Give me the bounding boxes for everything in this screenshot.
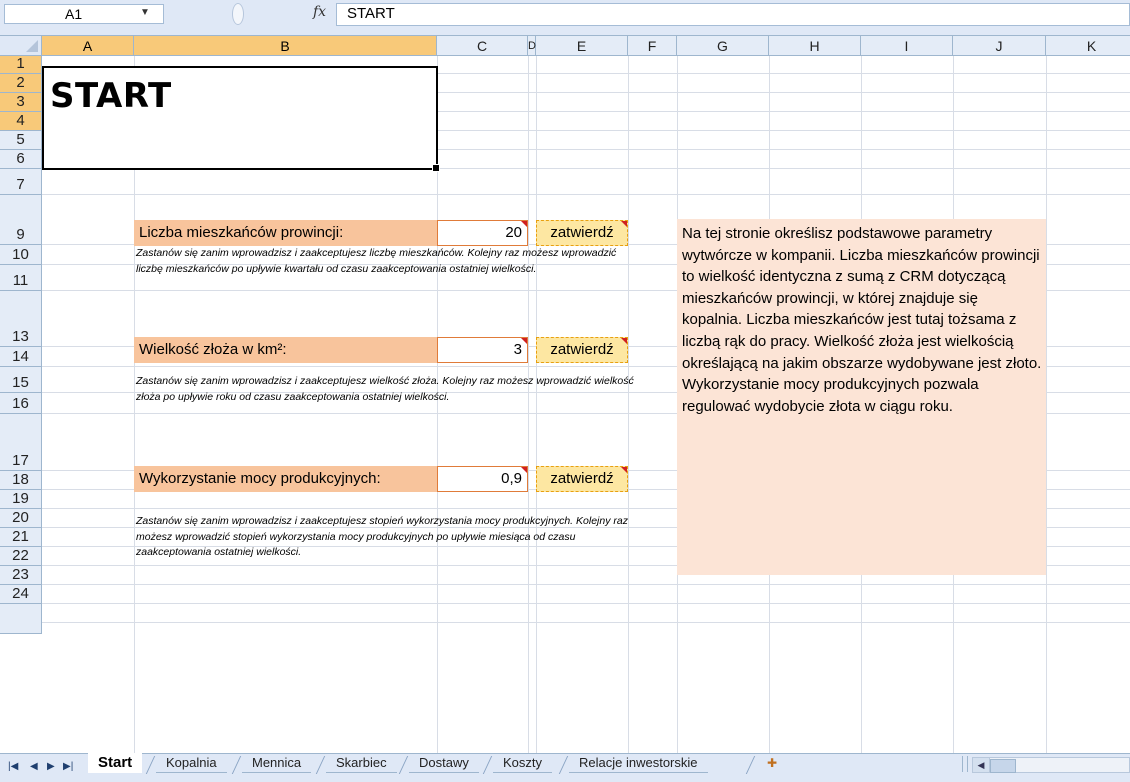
col-header-i[interactable]: I: [861, 36, 953, 56]
tab-split-handle[interactable]: [962, 756, 968, 772]
select-all-corner[interactable]: [0, 36, 42, 56]
col-header-k[interactable]: K: [1046, 36, 1130, 56]
col-header-j[interactable]: J: [953, 36, 1046, 56]
first-sheet-icon[interactable]: |◀: [8, 761, 18, 772]
spreadsheet-grid[interactable]: A B C D E F G H I J K 1 2 3 4 5 6 7 9 10…: [0, 36, 1130, 753]
col-header-e[interactable]: E: [536, 36, 628, 56]
prev-sheet-icon[interactable]: ◀: [30, 761, 38, 772]
formula-text: START: [347, 5, 395, 22]
next-sheet-icon[interactable]: ▶: [47, 761, 55, 772]
col-header-h[interactable]: H: [769, 36, 861, 56]
row-header-22[interactable]: 22: [0, 547, 42, 566]
row-header-5[interactable]: 5: [0, 131, 42, 150]
field-label-population: Liczba mieszkańców prowincji:: [134, 220, 437, 246]
tab-skarbiec[interactable]: Skarbiec: [326, 753, 397, 773]
col-header-f[interactable]: F: [628, 36, 677, 56]
name-box[interactable]: A1 ▼: [4, 4, 164, 24]
row-header-2[interactable]: 2: [0, 74, 42, 93]
row-header-24[interactable]: 24: [0, 585, 42, 604]
tab-mennica[interactable]: Mennica: [242, 753, 312, 773]
start-title-cell[interactable]: START: [42, 66, 440, 172]
sheet-tabs-bar: |◀ ◀ ▶ ▶| Start Kopalnia Mennica Skarbie…: [0, 753, 1130, 782]
row-header-10[interactable]: 10: [0, 245, 42, 265]
name-box-value: A1: [65, 6, 83, 22]
capacity-usage-note: Zastanów się zanim wprowadzisz i zaakcep…: [136, 515, 628, 558]
formula-cancel-icon[interactable]: [232, 3, 244, 25]
row-header-4[interactable]: 4: [0, 112, 42, 131]
page-title: START: [50, 76, 172, 116]
col-header-b[interactable]: B: [134, 36, 437, 56]
row-header-14[interactable]: 14: [0, 347, 42, 367]
function-icon[interactable]: fx: [313, 4, 326, 20]
tab-start[interactable]: Start: [88, 753, 143, 773]
scroll-thumb[interactable]: [990, 759, 1016, 773]
scroll-left-icon[interactable]: ◀: [973, 758, 990, 772]
row-header-7[interactable]: 7: [0, 169, 42, 195]
confirm-population-button[interactable]: zatwierdź: [536, 220, 628, 246]
row-header-18[interactable]: 18: [0, 471, 42, 490]
col-header-a[interactable]: A: [42, 36, 134, 56]
col-header-g[interactable]: G: [677, 36, 769, 56]
info-description: Na tej stronie określisz podstawowe para…: [677, 219, 1046, 575]
row-header-23[interactable]: 23: [0, 566, 42, 585]
field-label-capacity-usage: Wykorzystanie mocy produkcyjnych:: [134, 466, 437, 492]
deposit-size-note: Zastanów się zanim wprowadzisz i zaakcep…: [136, 375, 634, 403]
tab-koszty[interactable]: Koszty: [493, 753, 553, 773]
row-header-9[interactable]: 9: [0, 195, 42, 245]
formula-bar: A1 ▼ fx START: [0, 0, 1130, 36]
row-header-3[interactable]: 3: [0, 93, 42, 112]
row-header-6[interactable]: 6: [0, 150, 42, 169]
chevron-down-icon[interactable]: ▼: [140, 7, 150, 18]
insert-sheet-icon[interactable]: ✚: [760, 756, 784, 772]
row-header-16[interactable]: 16: [0, 393, 42, 414]
horizontal-scrollbar[interactable]: ◀: [972, 757, 1130, 773]
tab-kopalnia[interactable]: Kopalnia: [156, 753, 227, 773]
tab-relacje-inwestorskie[interactable]: Relacje inwestorskie: [569, 753, 708, 773]
population-input[interactable]: 20: [437, 220, 528, 246]
formula-input[interactable]: START: [336, 3, 1130, 26]
tab-dostawy[interactable]: Dostawy: [409, 753, 479, 773]
row-header-11[interactable]: 11: [0, 265, 42, 291]
confirm-capacity-usage-button[interactable]: zatwierdź: [536, 466, 628, 492]
field-label-deposit-size: Wielkość złoża w km²:: [134, 337, 437, 363]
row-header-partial[interactable]: [0, 604, 42, 634]
row-header-20[interactable]: 20: [0, 509, 42, 528]
fill-handle[interactable]: [432, 164, 440, 172]
row-header-15[interactable]: 15: [0, 367, 42, 393]
col-header-d[interactable]: D: [528, 36, 536, 56]
population-note: Zastanów się zanim wprowadzisz i zaakcep…: [136, 247, 617, 275]
row-header-13[interactable]: 13: [0, 291, 42, 347]
last-sheet-icon[interactable]: ▶|: [63, 761, 73, 772]
row-header-1[interactable]: 1: [0, 55, 42, 74]
confirm-deposit-size-button[interactable]: zatwierdź: [536, 337, 628, 363]
deposit-size-input[interactable]: 3: [437, 337, 528, 363]
row-header-19[interactable]: 19: [0, 490, 42, 509]
row-header-17[interactable]: 17: [0, 414, 42, 471]
row-header-21[interactable]: 21: [0, 528, 42, 547]
col-header-c[interactable]: C: [437, 36, 528, 56]
capacity-usage-input[interactable]: 0,9: [437, 466, 528, 492]
